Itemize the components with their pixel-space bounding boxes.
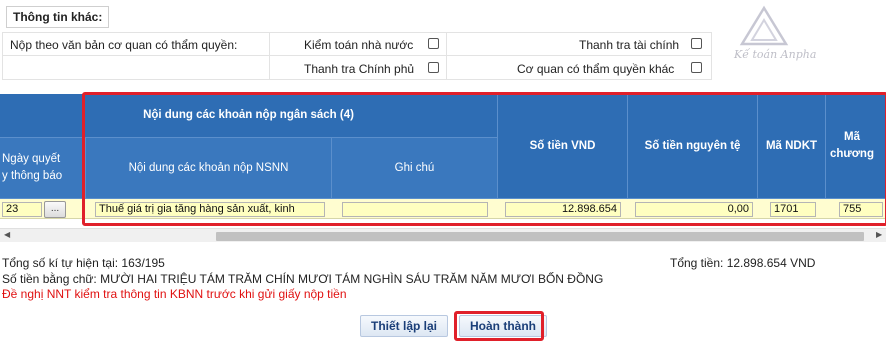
ma-chuong-field[interactable]: 755: [839, 202, 883, 217]
reset-button[interactable]: Thiết lập lại: [360, 315, 449, 337]
col-so-tien-vnd: Số tiền VND: [498, 94, 628, 199]
authority-doc-label: Nộp theo văn bản cơ quan có thẩm quyền:: [10, 38, 238, 52]
table-row: 23 ... Thuế giá trị gia tăng hàng sản xu…: [0, 199, 886, 219]
amount-in-words-text: Số tiền bằng chữ: MƯỜI HAI TRIỆU TÁM TRĂ…: [2, 272, 604, 286]
col-ma-ndkt: Mã NDKT: [758, 94, 826, 199]
scroll-left-icon[interactable]: ◀: [4, 230, 10, 239]
char-count-text: Tổng số kí tự hiện tại: 163/195: [2, 256, 165, 270]
col-ghi-chu: Ghi chú: [332, 138, 498, 199]
finish-button[interactable]: Hoàn thành: [459, 315, 547, 337]
co-quan-khac-checkbox[interactable]: [691, 62, 702, 73]
total-amount-text: Tổng tiền: 12.898.654 VND: [670, 256, 816, 270]
so-tien-vnd-field[interactable]: 12.898.654: [505, 202, 621, 217]
group-header-text: Nội dung các khoản nộp ngân sách (4): [143, 109, 354, 121]
col-so-tien-nt: Số tiền nguyên tệ: [628, 94, 758, 199]
info-section-title: Thông tin khác:: [6, 6, 110, 28]
col-ngay-quyet: Ngày quyết y thông báo: [0, 138, 86, 199]
triangle-logo-icon: [739, 5, 789, 46]
watermark-text: Kế toán Anpha: [734, 48, 817, 61]
so-tien-nt-field[interactable]: 0,00: [635, 202, 753, 217]
thanh-tra-cp-label: Thanh tra Chính phủ: [304, 62, 415, 76]
ngay-field[interactable]: 23: [2, 202, 42, 217]
thanh-tra-tc-label: Thanh tra tài chính: [579, 38, 680, 52]
co-quan-khac-label: Cơ quan có thẩm quyền khác: [517, 62, 675, 76]
kiem-toan-checkbox[interactable]: [428, 38, 439, 49]
watermark-logo: Kế toán Anpha: [728, 4, 858, 68]
grid-group-header: Nội dung các khoản nộp ngân sách (4): [0, 94, 498, 138]
scrollbar-thumb[interactable]: [216, 232, 864, 241]
warning-text: Đề nghị NNT kiểm tra thông tin KBNN trướ…: [2, 287, 347, 301]
ma-ndkt-field[interactable]: 1701: [770, 202, 816, 217]
ghi-chu-field[interactable]: [342, 202, 488, 217]
scroll-right-icon[interactable]: ▶: [876, 230, 882, 239]
col-noi-dung: Nội dung các khoản nộp NSNN: [86, 138, 332, 199]
thanh-tra-cp-checkbox[interactable]: [428, 62, 439, 73]
col-ma-chuong: Mã chương: [826, 94, 886, 199]
noi-dung-field[interactable]: Thuế giá trị gia tăng hàng sản xuất, kin…: [95, 202, 325, 217]
thanh-tra-tc-checkbox[interactable]: [691, 38, 702, 49]
date-picker-button[interactable]: ...: [44, 201, 66, 218]
budget-items-grid: Nội dung các khoản nộp ngân sách (4) Ngà…: [0, 94, 886, 224]
kiem-toan-label: Kiểm toán nhà nước: [304, 38, 414, 52]
info-cell: [2, 55, 270, 80]
horizontal-scrollbar[interactable]: ◀ ▶: [0, 228, 886, 242]
